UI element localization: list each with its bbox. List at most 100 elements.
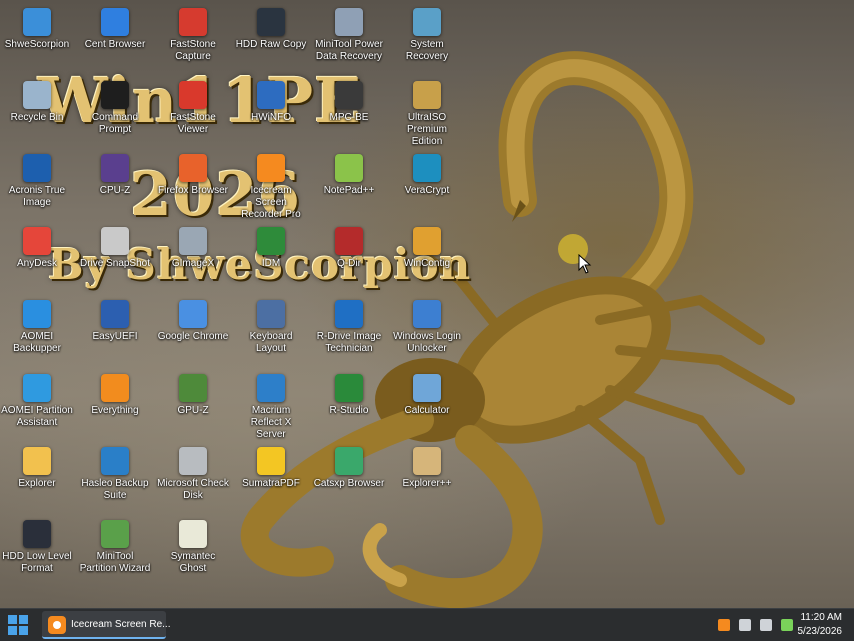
hdd-raw-copy-icon (257, 8, 285, 36)
easyuefi-icon (101, 300, 129, 328)
command-prompt-icon (101, 81, 129, 109)
desktop-icon-macrium[interactable]: Macrium Reflect X Server (234, 370, 308, 440)
desktop-icon-sumatrapdf[interactable]: SumatraPDF (234, 443, 308, 509)
desktop-icon-aomei-backupper[interactable]: AOMEI Backupper (0, 296, 74, 362)
desktop-icon-cpu-z[interactable]: CPU-Z (78, 150, 152, 216)
desktop-icon-everything-search[interactable]: Everything (78, 370, 152, 436)
folder-icon (23, 447, 51, 475)
r-drive-icon (335, 300, 363, 328)
network-tray-icon[interactable] (739, 619, 751, 631)
desktop-icon-label: WinContig (403, 258, 451, 269)
desktop-icon-label: AnyDesk (16, 258, 57, 269)
desktop-icon-command-prompt[interactable]: Command Prompt (78, 77, 152, 143)
desktop-icon-label: Keyboard Layout (249, 331, 293, 354)
desktop-icon-mpc-be[interactable]: MPC-BE (312, 77, 386, 143)
desktop-icon-check-disk[interactable]: Microsoft Check Disk (156, 443, 230, 509)
ultraiso-icon (413, 81, 441, 109)
desktop-icon-label: Macrium Reflect X Server (250, 405, 292, 440)
desktop-icon-login-unlocker[interactable]: Windows Login Unlocker (390, 296, 464, 362)
clock-date[interactable]: 5/23/2026 (782, 626, 843, 637)
desktop-icon-chrome[interactable]: Google Chrome (156, 296, 230, 362)
desktop-icon-idm[interactable]: IDM (234, 223, 308, 289)
desktop-icon-firefox[interactable]: Firefox Browser (156, 150, 230, 216)
desktop-icon-veracrypt[interactable]: VeraCrypt (390, 150, 464, 216)
desktop-icon-label: ShweScorpion (4, 39, 70, 50)
ghost-icon (179, 520, 207, 548)
icecream-recorder-icon (257, 154, 285, 182)
hwinfo-icon (257, 81, 285, 109)
desktop-icon-q-dir[interactable]: Q-Dir (312, 223, 386, 289)
desktop-icon-r-drive[interactable]: R-Drive Image Technician (312, 296, 386, 362)
taskbar: Icecream Screen Re... 11:20 AM 5/23/2026 (0, 608, 854, 641)
desktop-icon-wincontig[interactable]: WinContig (390, 223, 464, 289)
desktop-icon-hasleo[interactable]: Hasleo Backup Suite (78, 443, 152, 509)
system-recovery-icon (413, 8, 441, 36)
desktop-icon-label: HDD Low Level Format (2, 551, 72, 574)
desktop-icon-r-studio[interactable]: R-Studio (312, 370, 386, 436)
desktop-icon-folder[interactable]: Explorer (0, 443, 74, 509)
desktop-icon-label: Firefox Browser (157, 185, 228, 196)
desktop-icon-faststone-capture[interactable]: FastStone Capture (156, 4, 230, 70)
everything-search-icon (101, 374, 129, 402)
desktop-icon-ultraiso[interactable]: UltraISO Premium Edition (390, 77, 464, 147)
icecream-tray-icon[interactable] (718, 619, 730, 631)
desktop-icon-catsxp-browser[interactable]: Catsxp Browser (312, 443, 386, 509)
desktop-icon-easyuefi[interactable]: EasyUEFI (78, 296, 152, 362)
desktop-icon-anydesk[interactable]: AnyDesk (0, 223, 74, 289)
desktop-icon-monitor[interactable]: ShweScorpion (0, 4, 74, 70)
desktop-icon-hwinfo[interactable]: HWiNFO (234, 77, 308, 143)
volume-tray-icon[interactable] (760, 619, 772, 631)
minitool-partition-icon (101, 520, 129, 548)
q-dir-icon (335, 227, 363, 255)
desktop-icon-label: IDM (261, 258, 281, 269)
idm-icon (257, 227, 285, 255)
desktop-icon-keyboard[interactable]: Keyboard Layout (234, 296, 308, 362)
faststone-viewer-icon (179, 81, 207, 109)
desktop-icon-acronis[interactable]: Acronis True Image (0, 150, 74, 216)
acronis-icon (23, 154, 51, 182)
desktop-icon-label: AOMEI Backupper (13, 331, 61, 354)
desktop-icon-label: FastStone Viewer (170, 112, 216, 135)
desktop-icon-label: UltraISO Premium Edition (406, 112, 447, 147)
clock-time[interactable]: 11:20 AM (782, 612, 842, 623)
desktop-icon-drive-snapshot[interactable]: Drive SnapShot (78, 223, 152, 289)
desktop-icon-label: Q-Dir (337, 258, 361, 269)
desktop-icon-ghost[interactable]: Symantec Ghost (156, 516, 230, 582)
desktop-icon-recycle-bin[interactable]: Recycle Bin (0, 77, 74, 143)
minitool-recovery-icon (335, 8, 363, 36)
r-studio-icon (335, 374, 363, 402)
firefox-icon (179, 154, 207, 182)
cent-browser-icon (101, 8, 129, 36)
desktop-icon-notepad-plus[interactable]: NotePad++ (312, 150, 386, 216)
desktop-icon-gimagex[interactable]: GImageX (156, 223, 230, 289)
desktop-icon-minitool-recovery[interactable]: MiniTool Power Data Recovery (312, 4, 386, 70)
desktop-icon-hdd-low-level[interactable]: HDD Low Level Format (0, 516, 74, 582)
desktop-icon-icecream-recorder[interactable]: Icecream Screen Recorder Pro (234, 150, 308, 220)
desktop-icon-label: Hasleo Backup Suite (81, 478, 149, 501)
cpu-z-icon (101, 154, 129, 182)
desktop-icon-label: Command Prompt (91, 112, 139, 135)
desktop-icon-explorer-plus[interactable]: Explorer++ (390, 443, 464, 509)
desktop: Win11PE 2026 By ShweScorpion ShweScorpio… (0, 0, 854, 608)
desktop-icon-label: Drive SnapShot (79, 258, 151, 269)
start-button[interactable] (8, 615, 28, 635)
recycle-bin-icon (23, 81, 51, 109)
desktop-icon-aomei-partition[interactable]: AOMEI Partition Assistant (0, 370, 74, 436)
desktop-icon-calculator[interactable]: Calculator (390, 370, 464, 436)
desktop-icon-label: Symantec Ghost (170, 551, 216, 574)
desktop-icon-label: Icecream Screen Recorder Pro (241, 185, 301, 220)
desktop-icon-hdd-raw-copy[interactable]: HDD Raw Copy (234, 4, 308, 70)
desktop-icon-faststone-viewer[interactable]: FastStone Viewer (156, 77, 230, 143)
taskbar-item-icecream[interactable]: Icecream Screen Re... (42, 611, 170, 639)
desktop-icon-label: Google Chrome (157, 331, 229, 342)
desktop-icon-label: Cent Browser (84, 39, 146, 50)
sumatrapdf-icon (257, 447, 285, 475)
desktop-icon-gpu-z[interactable]: GPU-Z (156, 370, 230, 436)
desktop-icon-system-recovery[interactable]: System Recovery (390, 4, 464, 70)
desktop-icon-cent-browser[interactable]: Cent Browser (78, 4, 152, 70)
desktop-icon-label: Calculator (404, 405, 450, 416)
desktop-icon-minitool-partition[interactable]: MiniTool Partition Wizard (78, 516, 152, 582)
desktop-icon-label: Recycle Bin (10, 112, 64, 123)
desktop-icon-label: FastStone Capture (170, 39, 216, 62)
hdd-low-level-icon (23, 520, 51, 548)
